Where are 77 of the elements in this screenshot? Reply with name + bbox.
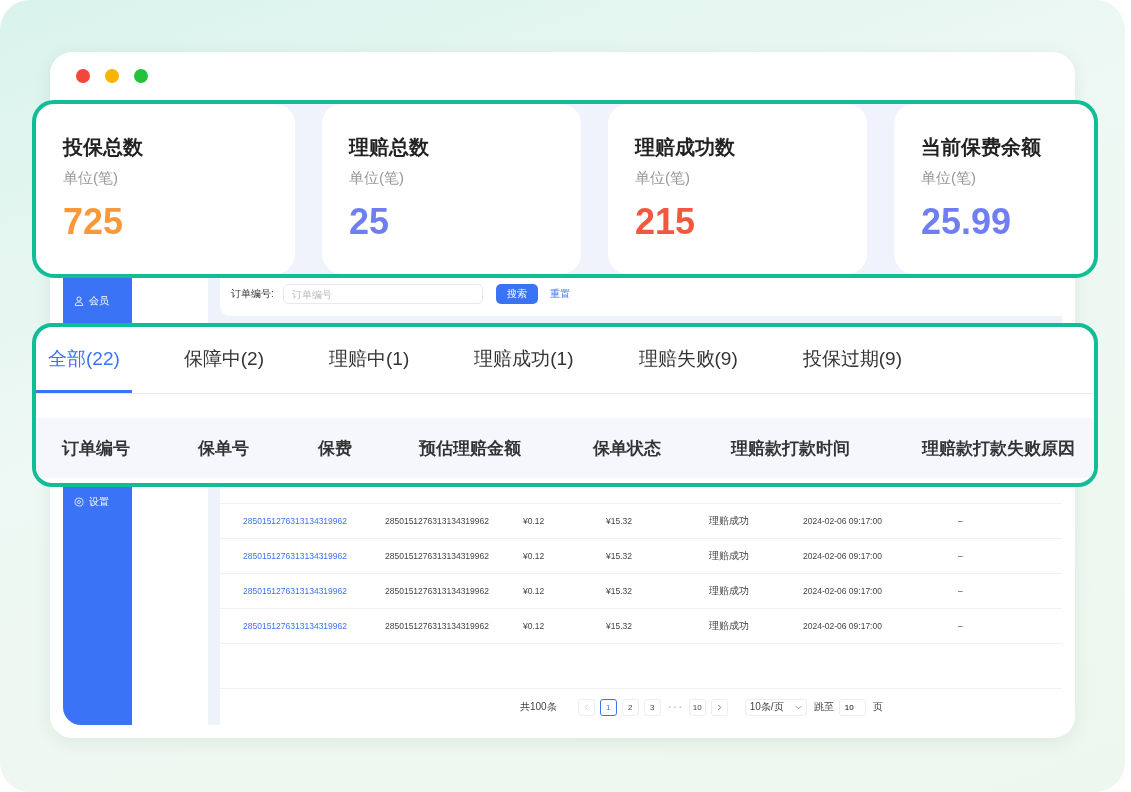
premium-amount: ¥0.12 (523, 586, 546, 596)
stat-value: 25.99 (921, 201, 1013, 243)
column-header: 理赔款打款失败原因 (922, 437, 1075, 460)
payment-time: 2024-02-06 09:17:00 (803, 621, 883, 631)
failure-reason: – (958, 516, 964, 526)
estimated-amount: ¥15.32 (606, 621, 633, 631)
chevron-left-icon (583, 703, 589, 711)
payment-time: 2024-02-06 09:17:00 (803, 551, 883, 561)
order-number-link[interactable]: 2850151276313134319962 (243, 586, 385, 596)
status-tab[interactable]: 投保过期(9) (790, 327, 914, 393)
order-number-link[interactable]: 2850151276313134319962 (243, 621, 385, 631)
stat-title: 当前保费余额 (921, 135, 1042, 160)
order-number-label: 订单编号: (231, 287, 275, 301)
premium-amount: ¥0.12 (523, 516, 546, 526)
status-tab[interactable]: 全部(22) (36, 327, 132, 393)
sidebar-item[interactable]: 会员 (63, 290, 132, 312)
column-header: 保单状态 (593, 437, 662, 460)
column-header: 保单号 (198, 437, 250, 460)
stat-title: 投保总数 (63, 135, 144, 160)
status-tab[interactable]: 理赔失败(9) (626, 327, 750, 393)
reset-link[interactable]: 重置 (550, 284, 570, 304)
column-header: 订单编号 (62, 437, 131, 460)
premium-amount: ¥0.12 (523, 621, 546, 631)
settings-icon (74, 497, 84, 507)
chevron-right-icon (716, 703, 722, 711)
sidebar-item[interactable]: 设置 (63, 491, 132, 513)
policy-status: 理赔成功 (709, 549, 750, 563)
premium-amount: ¥0.12 (523, 551, 546, 561)
policy-number: 2850151276313134319962 (385, 551, 490, 561)
status-tab[interactable]: 保障中(2) (171, 327, 277, 393)
column-header: 保费 (318, 437, 353, 460)
stat-unit: 单位(笔) (63, 169, 119, 187)
order-number-link[interactable]: 2850151276313134319962 (243, 551, 385, 561)
total-count: 共100条 (520, 700, 557, 714)
policy-status: 理赔成功 (709, 514, 750, 528)
failure-reason: – (958, 586, 964, 596)
payment-time: 2024-02-06 09:17:00 (803, 586, 883, 596)
previous-page-button[interactable] (577, 698, 595, 716)
page-size-select[interactable]: 10条/页 (744, 698, 807, 716)
page-unit: 页 (872, 700, 883, 714)
page-button[interactable]: 10 (688, 698, 706, 716)
policy-number: 2850151276313134319962 (385, 621, 490, 631)
failure-reason: – (958, 621, 964, 631)
status-tab[interactable]: 理赔成功(1) (462, 327, 586, 393)
maximize-dot[interactable] (134, 69, 148, 83)
order-number-link[interactable]: 2850151276313134319962 (243, 516, 385, 526)
jump-page-field[interactable]: 10 (838, 698, 866, 716)
user-icon (74, 296, 84, 306)
page-button[interactable]: 2 (621, 698, 639, 716)
stat-unit: 单位(笔) (635, 169, 691, 187)
estimated-amount: ¥15.32 (606, 551, 633, 561)
column-header: 预估理赔金额 (419, 437, 522, 460)
stat-value: 25 (349, 201, 391, 243)
page-button[interactable]: 1 (599, 698, 617, 716)
stat-title: 理赔总数 (349, 135, 430, 160)
stat-title: 理赔成功数 (635, 135, 736, 160)
jump-label: 跳至 (813, 700, 834, 714)
search-button[interactable]: 搜索 (496, 284, 538, 304)
failure-reason: – (958, 551, 964, 561)
minimize-dot[interactable] (105, 69, 119, 83)
policy-status: 理赔成功 (709, 619, 750, 633)
estimated-amount: ¥15.32 (606, 586, 633, 596)
status-tab[interactable]: 理赔中(1) (317, 327, 422, 393)
chevron-down-icon (794, 704, 802, 710)
policy-number: 2850151276313134319962 (385, 516, 490, 526)
column-header: 理赔款打款时间 (731, 437, 851, 460)
estimated-amount: ¥15.32 (606, 516, 633, 526)
policy-number: 2850151276313134319962 (385, 586, 490, 596)
close-dot[interactable] (76, 69, 90, 83)
stat-value: 215 (635, 201, 697, 243)
stat-unit: 单位(笔) (921, 169, 977, 187)
page-button[interactable]: 3 (643, 698, 661, 716)
policy-status: 理赔成功 (709, 584, 750, 598)
stat-unit: 单位(笔) (349, 169, 405, 187)
payment-time: 2024-02-06 09:17:00 (803, 516, 883, 526)
stat-value: 725 (63, 201, 125, 243)
next-page-button[interactable] (710, 698, 728, 716)
